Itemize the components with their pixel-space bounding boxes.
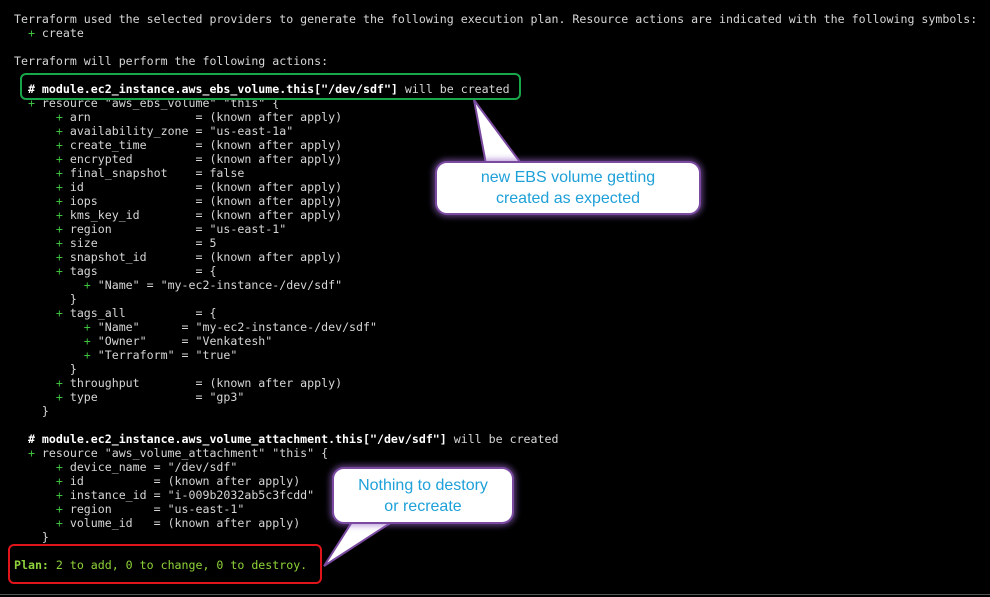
nothing-callout-line2: or recreate [384,497,462,515]
ebs-callout: new EBS volume getting created as expect… [435,161,701,215]
nothing-callout-line1: Nothing to destory [358,476,488,494]
nothing-callout: Nothing to destory or recreate [332,467,514,524]
ebs-callout-line1: new EBS volume getting [480,169,656,186]
bottom-divider [0,594,990,595]
ebs-callout-line2: created as expected [495,190,641,207]
